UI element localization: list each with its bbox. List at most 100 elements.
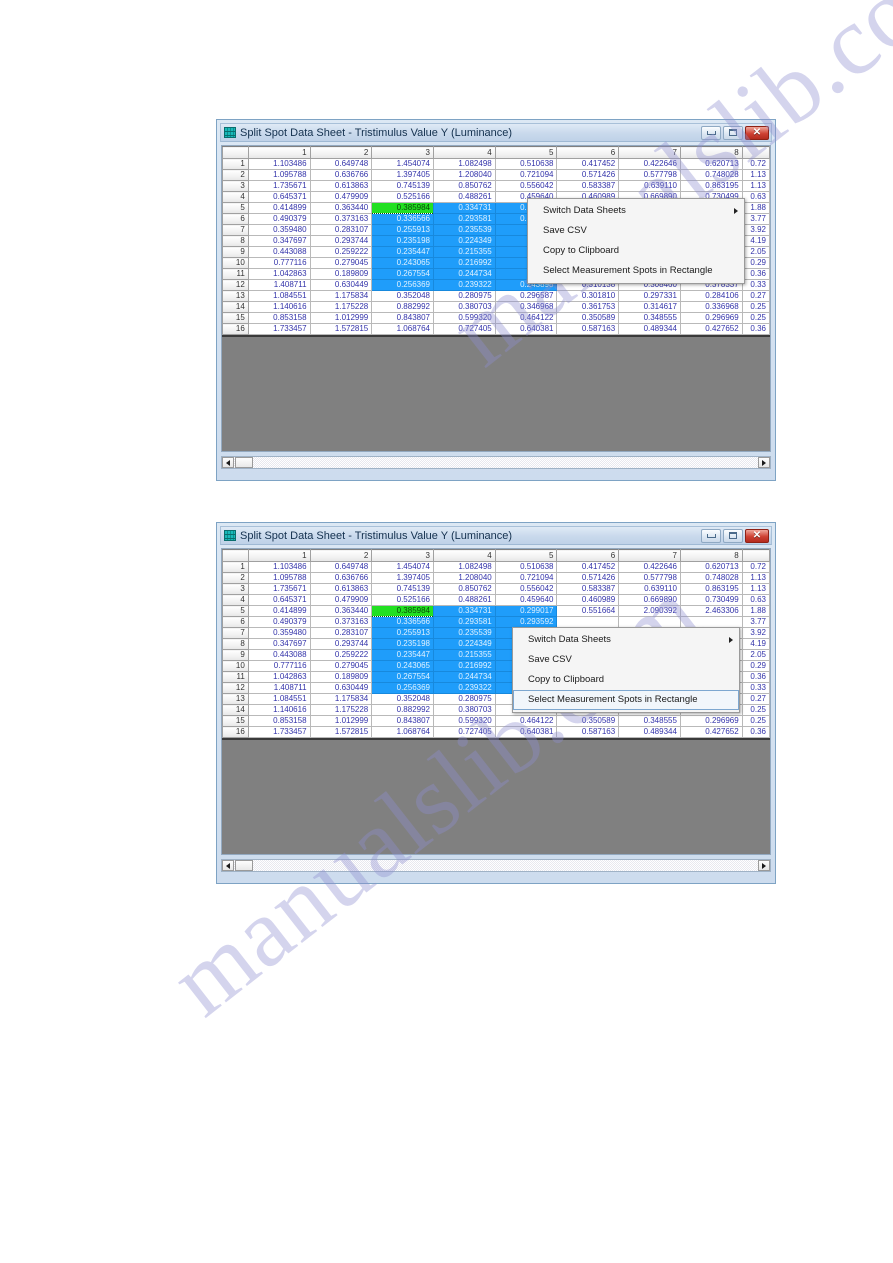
column-header-2[interactable]: 2 bbox=[309, 549, 373, 562]
cell-r11-c1[interactable]: 1.042863 bbox=[247, 671, 311, 683]
cell-r12-c1[interactable]: 1.408711 bbox=[247, 279, 311, 291]
cell-r6-c3[interactable]: 0.336566 bbox=[371, 616, 434, 628]
cell-r4-c9[interactable]: 0.63 bbox=[741, 594, 770, 606]
cell-r15-c7[interactable]: 0.348555 bbox=[618, 715, 681, 727]
table-row[interactable]: 3 1.735671 0.613863 0.745139 0.850762 0.55604… bbox=[222, 583, 770, 595]
cell-r3-c8[interactable]: 0.863195 bbox=[679, 583, 743, 595]
cell-r1-c8[interactable]: 0.620713 bbox=[679, 158, 743, 170]
cell-r16-c8[interactable]: 0.427652 bbox=[679, 323, 743, 335]
cell-r10-c4[interactable]: 0.216992 bbox=[433, 257, 496, 269]
cell-r9-c1[interactable]: 0.443088 bbox=[247, 246, 311, 258]
cell-r15-c6[interactable]: 0.350589 bbox=[556, 312, 620, 324]
cell-r14-c2[interactable]: 1.175228 bbox=[309, 704, 373, 716]
cell-r3-c7[interactable]: 0.639110 bbox=[618, 583, 681, 595]
cell-r4-c4[interactable]: 0.488261 bbox=[433, 594, 496, 606]
row-header-8[interactable]: 8 bbox=[222, 235, 249, 247]
menu-item-switch-data-sheets[interactable]: Switch Data Sheets bbox=[513, 630, 739, 650]
cell-r1-c6[interactable]: 0.417452 bbox=[556, 561, 620, 573]
column-header-3[interactable]: 3 bbox=[371, 146, 434, 159]
scroll-left-button[interactable] bbox=[222, 457, 234, 468]
column-header-5[interactable]: 5 bbox=[494, 146, 558, 159]
cell-r3-c6[interactable]: 0.583387 bbox=[556, 180, 620, 192]
cell-r5-c2[interactable]: 0.363440 bbox=[309, 202, 373, 214]
cell-r4-c4[interactable]: 0.488261 bbox=[433, 191, 496, 203]
cell-r15-c5[interactable]: 0.464122 bbox=[494, 715, 558, 727]
cell-r5-c3[interactable]: 0.385984 bbox=[371, 202, 434, 214]
cell-r16-c8[interactable]: 0.427652 bbox=[679, 726, 743, 738]
cell-r3-c3[interactable]: 0.745139 bbox=[371, 180, 434, 192]
cell-r12-c3[interactable]: 0.256369 bbox=[371, 682, 434, 694]
row-header-9[interactable]: 9 bbox=[222, 246, 249, 258]
cell-r15-c2[interactable]: 1.012999 bbox=[309, 312, 373, 324]
cell-r16-c7[interactable]: 0.489344 bbox=[618, 726, 681, 738]
cell-r13-c9[interactable]: 0.27 bbox=[741, 290, 770, 302]
cell-r5-c6[interactable]: 0.551664 bbox=[556, 605, 620, 617]
cell-r4-c3[interactable]: 0.525166 bbox=[371, 594, 434, 606]
table-row[interactable]: 1 1.103486 0.649748 1.454074 1.082498 0.51063… bbox=[222, 158, 770, 170]
context-menu-1[interactable]: Switch Data Sheets Save CSV Copy to Clipbo… bbox=[527, 198, 745, 284]
cell-r3-c2[interactable]: 0.613863 bbox=[309, 180, 373, 192]
cell-r16-c4[interactable]: 0.727405 bbox=[433, 323, 496, 335]
cell-r4-c2[interactable]: 0.479909 bbox=[309, 191, 373, 203]
cell-r16-c5[interactable]: 0.640381 bbox=[494, 726, 558, 738]
cell-r13-c3[interactable]: 0.352048 bbox=[371, 290, 434, 302]
table-row[interactable]: 15 0.853158 1.012999 0.843807 0.599320 0.4641… bbox=[222, 312, 770, 324]
cell-r4-c9[interactable]: 0.63 bbox=[741, 191, 770, 203]
cell-r1-c2[interactable]: 0.649748 bbox=[309, 158, 373, 170]
column-header-9[interactable] bbox=[741, 146, 770, 159]
close-button[interactable]: ✕ bbox=[745, 125, 769, 140]
cell-r4-c1[interactable]: 0.645371 bbox=[247, 594, 311, 606]
cell-r14-c9[interactable]: 0.25 bbox=[741, 301, 770, 313]
menu-item-copy-to-clipboard[interactable]: Copy to Clipboard bbox=[528, 241, 744, 261]
column-header-9[interactable] bbox=[741, 549, 770, 562]
cell-r7-c3[interactable]: 0.255913 bbox=[371, 224, 434, 236]
cell-r2-c6[interactable]: 0.571426 bbox=[556, 572, 620, 584]
cell-r8-c3[interactable]: 0.235198 bbox=[371, 235, 434, 247]
cell-r4-c7[interactable]: 0.669890 bbox=[618, 594, 681, 606]
maximize-button[interactable] bbox=[723, 125, 743, 140]
cell-r12-c9[interactable]: 0.33 bbox=[741, 682, 770, 694]
cell-r8-c2[interactable]: 0.293744 bbox=[309, 235, 373, 247]
row-header-11[interactable]: 11 bbox=[222, 268, 249, 280]
cell-r15-c9[interactable]: 0.25 bbox=[741, 715, 770, 727]
cell-r13-c2[interactable]: 1.175834 bbox=[309, 693, 373, 705]
cell-r1-c7[interactable]: 0.422646 bbox=[618, 158, 681, 170]
cell-r14-c6[interactable]: 0.361753 bbox=[556, 301, 620, 313]
column-header-8[interactable]: 8 bbox=[679, 549, 743, 562]
cell-r5-c4[interactable]: 0.334731 bbox=[433, 605, 496, 617]
cell-r2-c3[interactable]: 1.397405 bbox=[371, 169, 434, 181]
cell-r16-c6[interactable]: 0.587163 bbox=[556, 323, 620, 335]
cell-r2-c9[interactable]: 1.13 bbox=[741, 572, 770, 584]
cell-r13-c9[interactable]: 0.27 bbox=[741, 693, 770, 705]
cell-r1-c1[interactable]: 1.103486 bbox=[247, 561, 311, 573]
cell-r2-c4[interactable]: 1.208040 bbox=[433, 169, 496, 181]
cell-r14-c8[interactable]: 0.336968 bbox=[679, 301, 743, 313]
grid-corner-cell[interactable] bbox=[222, 549, 249, 562]
cell-r7-c2[interactable]: 0.283107 bbox=[309, 627, 373, 639]
cell-r3-c5[interactable]: 0.556042 bbox=[494, 180, 558, 192]
cell-r5-c5[interactable]: 0.299017 bbox=[494, 605, 558, 617]
cell-r3-c6[interactable]: 0.583387 bbox=[556, 583, 620, 595]
cell-r12-c4[interactable]: 0.239322 bbox=[433, 682, 496, 694]
cell-r14-c1[interactable]: 1.140616 bbox=[247, 704, 311, 716]
cell-r3-c1[interactable]: 1.735671 bbox=[247, 583, 311, 595]
row-header-12[interactable]: 12 bbox=[222, 279, 249, 291]
cell-r16-c7[interactable]: 0.489344 bbox=[618, 323, 681, 335]
cell-r6-c5[interactable]: 0.293592 bbox=[494, 616, 558, 628]
cell-r13-c2[interactable]: 1.175834 bbox=[309, 290, 373, 302]
cell-r5-c9[interactable]: 1.88 bbox=[741, 605, 770, 617]
table-row[interactable]: 16 1.733457 1.572815 1.068764 0.727405 0.6403… bbox=[222, 323, 770, 335]
row-header-9[interactable]: 9 bbox=[222, 649, 249, 661]
row-header-16[interactable]: 16 bbox=[222, 323, 249, 335]
cell-r3-c7[interactable]: 0.639110 bbox=[618, 180, 681, 192]
cell-r7-c4[interactable]: 0.235539 bbox=[433, 627, 496, 639]
menu-item-switch-data-sheets[interactable]: Switch Data Sheets bbox=[528, 201, 744, 221]
cell-r15-c1[interactable]: 0.853158 bbox=[247, 312, 311, 324]
cell-r6-c2[interactable]: 0.373163 bbox=[309, 213, 373, 225]
cell-r11-c3[interactable]: 0.267554 bbox=[371, 268, 434, 280]
cell-r5-c9[interactable]: 1.88 bbox=[741, 202, 770, 214]
cell-r14-c4[interactable]: 0.380703 bbox=[433, 704, 496, 716]
scroll-right-button[interactable] bbox=[758, 860, 770, 871]
table-row[interactable]: 15 0.853158 1.012999 0.843807 0.599320 0.4641… bbox=[222, 715, 770, 727]
cell-r7-c3[interactable]: 0.255913 bbox=[371, 627, 434, 639]
